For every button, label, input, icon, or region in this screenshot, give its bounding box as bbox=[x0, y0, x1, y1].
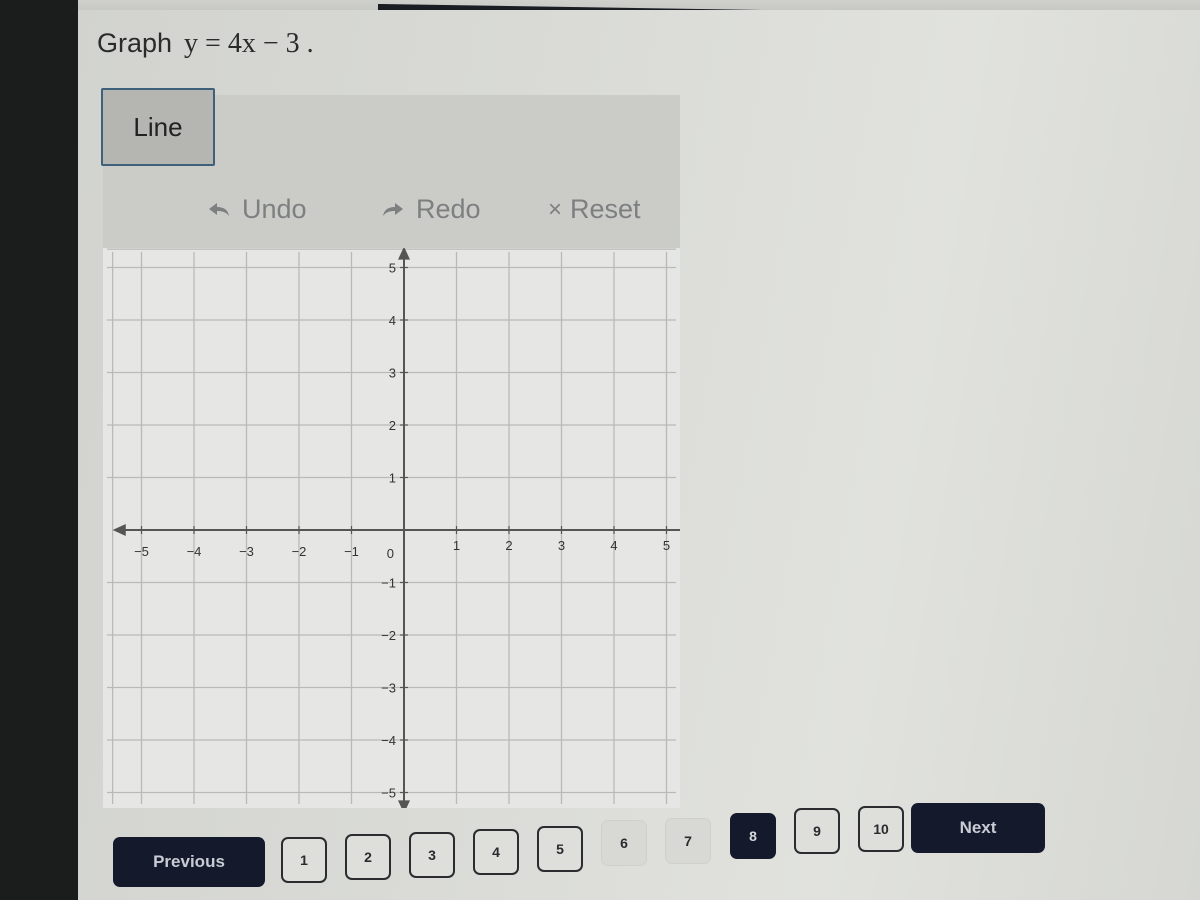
page-number: 5 bbox=[556, 841, 564, 857]
question-prefix: Graph bbox=[97, 28, 173, 58]
origin-label: 0 bbox=[387, 546, 394, 561]
y-tick-label: 1 bbox=[389, 471, 396, 486]
y-tick-label: −5 bbox=[381, 786, 396, 801]
page-number: 3 bbox=[428, 847, 436, 863]
redo-label: Redo bbox=[416, 194, 481, 224]
y-tick-label: −3 bbox=[381, 681, 396, 696]
page-button-1[interactable]: 1 bbox=[281, 837, 327, 883]
y-tick-label: 3 bbox=[389, 366, 396, 381]
redo-button[interactable]: Redo bbox=[382, 194, 481, 225]
undo-icon bbox=[208, 202, 230, 218]
y-tick-label: 4 bbox=[389, 313, 396, 328]
x-tick-label: 1 bbox=[453, 538, 460, 553]
monitor-edge bbox=[78, 0, 1200, 25]
undo-label: Undo bbox=[242, 194, 307, 224]
y-tick-label: −2 bbox=[381, 628, 396, 643]
x-tick-label: −5 bbox=[134, 544, 149, 559]
previous-label: Previous bbox=[153, 852, 225, 871]
page-number: 10 bbox=[873, 821, 889, 837]
line-tool-button[interactable]: Line bbox=[101, 88, 215, 166]
graph-area[interactable]: −5 −4 −3 −2 −1 1 2 3 4 5 5 4 3 2 1 −1 −2 −3 −4 −5 0 bbox=[103, 248, 680, 808]
x-tick-label: 3 bbox=[558, 538, 565, 553]
page-button-2[interactable]: 2 bbox=[345, 834, 391, 880]
page-button-8[interactable]: 8 bbox=[730, 813, 776, 859]
question-prompt: Graph y = 4x − 3 . bbox=[97, 28, 314, 60]
previous-button[interactable]: Previous bbox=[113, 837, 265, 887]
page-button-5[interactable]: 5 bbox=[537, 826, 583, 872]
page-number: 1 bbox=[300, 852, 308, 868]
x-tick-label: −3 bbox=[239, 544, 254, 559]
reset-label: Reset bbox=[570, 194, 641, 224]
page-number: 7 bbox=[684, 833, 692, 849]
x-tick-label: 2 bbox=[505, 538, 512, 553]
y-tick-label: −4 bbox=[381, 733, 396, 748]
y-tick-label: 2 bbox=[389, 418, 396, 433]
undo-button[interactable]: Undo bbox=[208, 194, 307, 225]
x-tick-label: 4 bbox=[610, 538, 617, 553]
page-button-3[interactable]: 3 bbox=[409, 832, 455, 878]
reset-icon: × bbox=[548, 195, 563, 223]
page-number: 2 bbox=[364, 849, 372, 865]
y-tick-label: 5 bbox=[389, 261, 396, 276]
x-tick-label: 5 bbox=[663, 538, 670, 553]
page-button-4[interactable]: 4 bbox=[473, 829, 519, 875]
x-tick-label: −2 bbox=[292, 544, 307, 559]
x-tick-label: −1 bbox=[344, 544, 359, 559]
page-number: 9 bbox=[813, 823, 821, 839]
plane-background bbox=[103, 248, 680, 808]
redo-icon bbox=[382, 202, 404, 218]
monitor-bezel bbox=[0, 0, 78, 900]
y-tick-label: −1 bbox=[381, 576, 396, 591]
page-number: 6 bbox=[620, 835, 628, 851]
next-label: Next bbox=[959, 818, 997, 837]
page-button-6[interactable]: 6 bbox=[601, 820, 647, 866]
page-button-7[interactable]: 7 bbox=[665, 818, 711, 864]
reset-button[interactable]: × Reset bbox=[548, 194, 641, 225]
page-number: 8 bbox=[749, 828, 757, 844]
page-button-9[interactable]: 9 bbox=[794, 808, 840, 854]
question-equation: y = 4x − 3 . bbox=[184, 28, 314, 59]
page-number: 4 bbox=[492, 844, 500, 860]
line-tool-label: Line bbox=[133, 111, 183, 142]
page-button-10[interactable]: 10 bbox=[858, 806, 904, 852]
next-button[interactable]: Next bbox=[911, 803, 1045, 853]
coordinate-plane[interactable]: −5 −4 −3 −2 −1 1 2 3 4 5 5 4 3 2 1 −1 −2 −3 −4 −5 0 bbox=[103, 248, 680, 808]
x-tick-label: −4 bbox=[187, 544, 202, 559]
